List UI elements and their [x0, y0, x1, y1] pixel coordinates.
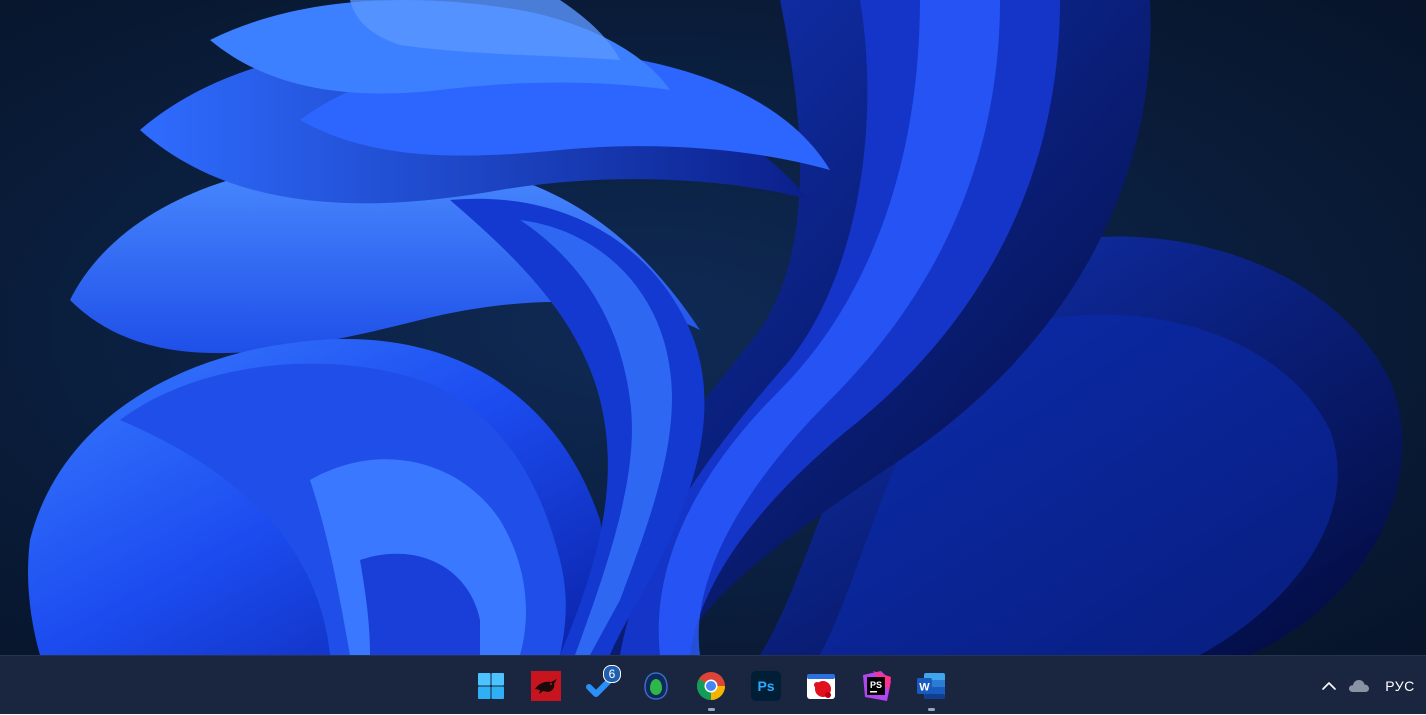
taskbar-app-photoshop[interactable]: Ps [738, 656, 793, 715]
desktop-wallpaper [0, 0, 1426, 655]
onedrive-cloud-icon [1349, 679, 1369, 692]
taskbar-app-chrome[interactable] [683, 656, 738, 715]
chevron-up-icon [1322, 681, 1336, 690]
windows-logo-icon [477, 672, 504, 699]
notification-badge: 6 [603, 665, 621, 683]
running-indicator [707, 708, 715, 711]
system-tray: РУС [1314, 656, 1426, 715]
chrome-icon [696, 671, 725, 700]
word-label: W [919, 681, 930, 693]
taskbar-app-green[interactable] [628, 656, 683, 715]
green-shield-icon [643, 671, 668, 700]
taskbar-app-paint[interactable] [793, 656, 848, 715]
taskbar-app-word[interactable]: W [903, 656, 958, 715]
phpstorm-icon: PS [862, 670, 891, 701]
photoshop-icon: Ps [750, 670, 781, 701]
red-dragon-icon [530, 670, 561, 701]
bloom-wallpaper-image [0, 0, 1426, 655]
start-button[interactable] [463, 656, 518, 715]
taskbar: 6 Ps PS W РУС [0, 655, 1426, 714]
phpstorm-label: PS [869, 680, 881, 690]
word-icon: W [916, 672, 945, 699]
taskbar-app-phpstorm[interactable]: PS [848, 656, 903, 715]
photoshop-label: Ps [757, 678, 774, 694]
taskbar-apps: 6 Ps PS W [463, 656, 958, 715]
input-language-indicator[interactable]: РУС [1374, 656, 1426, 715]
taskbar-app-dragon[interactable] [518, 656, 573, 715]
show-hidden-icons-button[interactable] [1314, 656, 1344, 715]
onedrive-button[interactable] [1344, 656, 1374, 715]
taskbar-app-tasks[interactable]: 6 [573, 656, 628, 715]
running-indicator [927, 708, 935, 711]
red-paint-icon [806, 673, 835, 699]
